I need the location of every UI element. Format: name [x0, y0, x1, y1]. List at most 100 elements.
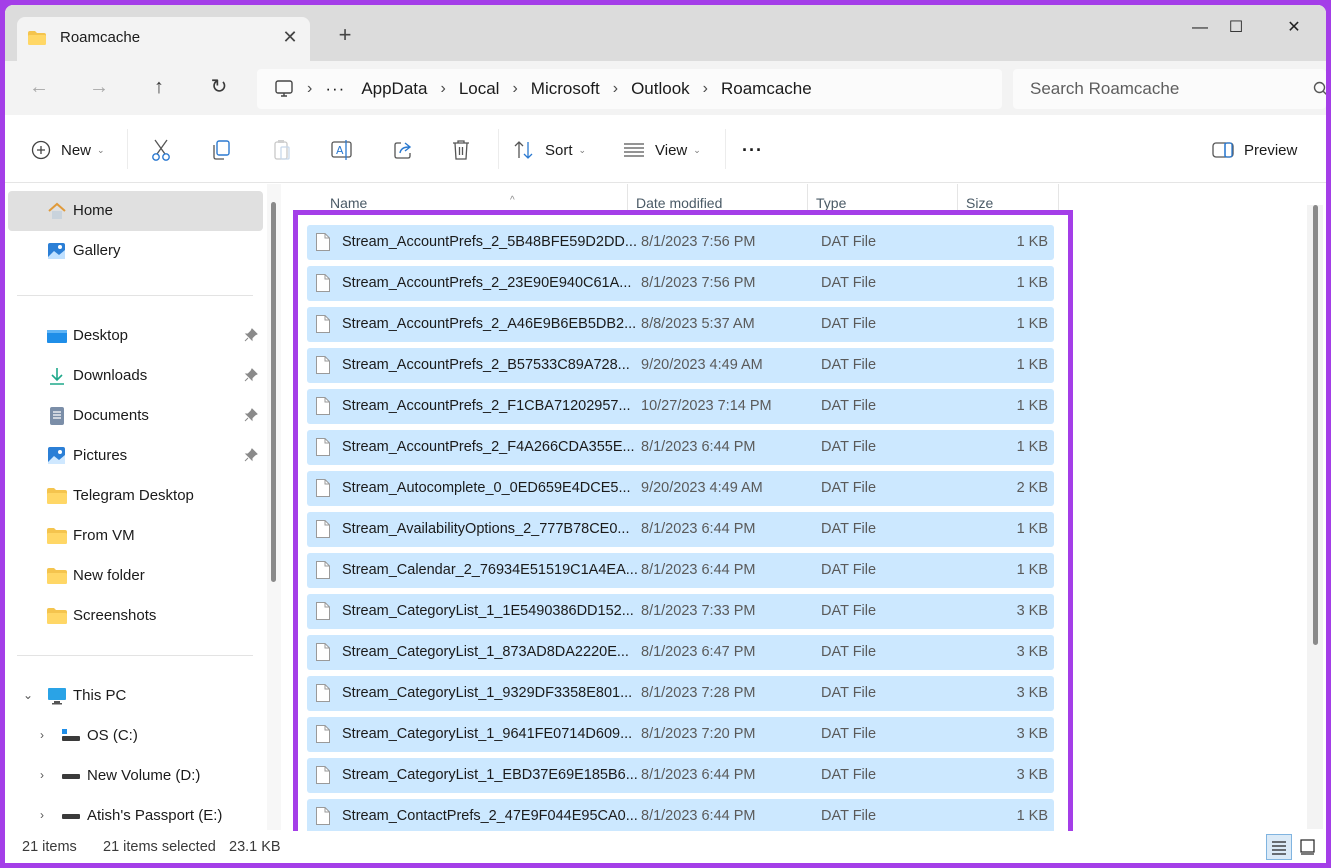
file-row[interactable]: Stream_CategoryList_1_1E5490386DD152... 8…	[307, 594, 1054, 629]
sidebar-item-new-folder[interactable]: New folder	[8, 556, 263, 596]
sidebar-item-label: New folder	[73, 567, 145, 584]
status-bar: 21 items 21 items selected 23.1 KB	[5, 831, 1326, 863]
new-tab-button[interactable]: +	[334, 24, 356, 46]
sort-label: Sort	[545, 141, 573, 159]
refresh-button[interactable]: ↻	[205, 73, 233, 101]
paste-button[interactable]	[271, 137, 293, 163]
folder-icon	[47, 488, 67, 504]
scrollbar-thumb[interactable]	[1313, 205, 1318, 645]
sidebar-item-from-vm[interactable]: From VM	[8, 516, 263, 556]
title-bar: Roamcache ✕ + — ☐ ✕	[5, 5, 1326, 61]
cut-icon	[152, 139, 170, 161]
file-name: Stream_AccountPrefs_2_5B48BFE59D2DD...	[342, 234, 637, 250]
column-divider[interactable]	[322, 184, 628, 214]
sidebar-scrollbar[interactable]	[267, 184, 281, 830]
breadcrumb-overflow-button[interactable]: ···	[325, 79, 345, 99]
sidebar-item-pictures[interactable]: Pictures	[8, 436, 263, 476]
sidebar-item-drive-c[interactable]: › OS (C:)	[8, 716, 263, 756]
column-header-date[interactable]: Date modified	[628, 184, 808, 214]
address-bar[interactable]: › ··· AppData › Local › Microsoft › Outl…	[257, 69, 1002, 109]
view-button[interactable]: View ⌄	[623, 137, 701, 163]
close-window-button[interactable]: ✕	[1271, 15, 1317, 41]
file-row[interactable]: Stream_Autocomplete_0_0ED659E4DCE5... 9/2…	[307, 471, 1054, 506]
maximize-button[interactable]: ☐	[1213, 15, 1259, 41]
rename-button[interactable]: A	[330, 137, 354, 163]
tab-close-icon[interactable]: ✕	[279, 26, 301, 48]
pin-icon[interactable]	[244, 408, 258, 422]
share-icon	[394, 142, 412, 159]
sort-button[interactable]: Sort ⌄	[513, 137, 586, 163]
column-header-size[interactable]: Size	[958, 184, 1059, 214]
file-row[interactable]: Stream_CategoryList_1_EBD37E69E185B6... 8…	[307, 758, 1054, 793]
file-row[interactable]: Stream_Calendar_2_76934E51519C1A4EA... 8/…	[307, 553, 1054, 588]
cut-button[interactable]	[150, 137, 172, 163]
sidebar-item-home[interactable]: Home	[8, 191, 263, 231]
chevron-right-icon[interactable]: ›	[36, 769, 48, 781]
breadcrumb-local[interactable]: Local	[459, 79, 500, 99]
file-name: Stream_CategoryList_1_9641FE0714D609...	[342, 726, 633, 742]
chevron-down-icon[interactable]: ⌄	[22, 689, 34, 701]
sidebar-item-screenshots[interactable]: Screenshots	[8, 596, 263, 636]
chevron-right-icon[interactable]: ›	[36, 809, 48, 821]
file-row[interactable]: Stream_AccountPrefs_2_F4A266CDA355E... 8/…	[307, 430, 1054, 465]
sidebar-item-downloads[interactable]: Downloads	[8, 356, 263, 396]
breadcrumb-separator[interactable]: ›	[703, 80, 708, 98]
file-row[interactable]: Stream_AccountPrefs_2_5B48BFE59D2DD... 8/…	[307, 225, 1054, 260]
sidebar-item-documents[interactable]: Documents	[8, 396, 263, 436]
scrollbar-thumb[interactable]	[271, 202, 276, 582]
file-row[interactable]: Stream_ContactPrefs_2_47E9F044E95CA0... 8…	[307, 799, 1054, 834]
sidebar-item-this-pc[interactable]: ⌄ This PC	[8, 676, 263, 716]
delete-button[interactable]	[451, 137, 471, 163]
file-row[interactable]: Stream_AccountPrefs_2_23E90E940C61A... 8/…	[307, 266, 1054, 301]
file-date-modified: 8/1/2023 6:44 PM	[641, 521, 756, 537]
details-view-button[interactable]	[1266, 834, 1292, 860]
breadcrumb-roamcache[interactable]: Roamcache	[721, 79, 812, 99]
file-name: Stream_ContactPrefs_2_47E9F044E95CA0...	[342, 808, 638, 824]
search-icon[interactable]	[1313, 81, 1326, 97]
file-row[interactable]: Stream_CategoryList_1_9641FE0714D609... 8…	[307, 717, 1054, 752]
sidebar-item-drive-d[interactable]: › New Volume (D:)	[8, 756, 263, 796]
navigation-pane: Home Gallery Desktop Downloads Documents…	[5, 184, 267, 830]
preview-pane-button[interactable]: Preview	[1212, 137, 1297, 163]
forward-button[interactable]: →	[85, 73, 113, 101]
breadcrumb-separator[interactable]: ›	[440, 80, 445, 98]
tiles-view-button[interactable]	[1295, 834, 1321, 860]
pin-icon[interactable]	[244, 448, 258, 462]
breadcrumb-outlook[interactable]: Outlook	[631, 79, 690, 99]
sidebar-item-label: Screenshots	[73, 607, 157, 624]
pin-icon[interactable]	[244, 368, 258, 382]
breadcrumb-separator[interactable]: ›	[613, 80, 618, 98]
sidebar-item-telegram-desktop[interactable]: Telegram Desktop	[8, 476, 263, 516]
sidebar-item-label: Home	[73, 202, 114, 219]
sidebar-item-drive-e[interactable]: › Atish's Passport (E:)	[8, 796, 263, 836]
file-list-scrollbar[interactable]	[1307, 205, 1323, 829]
back-button[interactable]: ←	[25, 73, 53, 101]
tab-roamcache[interactable]: Roamcache ✕	[17, 17, 310, 61]
more-options-button[interactable]: ···	[742, 137, 763, 163]
file-row[interactable]: Stream_AvailabilityOptions_2_777B78CE0..…	[307, 512, 1054, 547]
breadcrumb-separator[interactable]: ›	[512, 80, 517, 98]
file-row[interactable]: Stream_AccountPrefs_2_F1CBA71202957... 10…	[307, 389, 1054, 424]
file-size: 1 KB	[1016, 439, 1048, 455]
gallery-icon	[48, 243, 65, 259]
desktop-folder-icon	[47, 330, 67, 343]
file-row[interactable]: Stream_AccountPrefs_2_B57533C89A728... 9/…	[307, 348, 1054, 383]
file-date-modified: 8/1/2023 7:33 PM	[641, 603, 756, 619]
chevron-right-icon[interactable]: ›	[36, 729, 48, 741]
share-button[interactable]	[392, 137, 414, 163]
search-input[interactable]	[1030, 78, 1300, 100]
breadcrumb-appdata[interactable]: AppData	[361, 79, 427, 99]
folder-icon	[47, 528, 67, 544]
sidebar-item-gallery[interactable]: Gallery	[8, 231, 263, 271]
file-row[interactable]: Stream_CategoryList_1_9329DF3358E801... 8…	[307, 676, 1054, 711]
file-list: ^ Name Date modified Type Size Stream_Ac…	[283, 184, 1326, 844]
new-button[interactable]: New ⌄	[31, 137, 105, 163]
file-row[interactable]: Stream_AccountPrefs_2_A46E9B6EB5DB2... 8/…	[307, 307, 1054, 342]
column-header-type[interactable]: Type	[808, 184, 958, 214]
copy-button[interactable]	[210, 137, 232, 163]
file-row[interactable]: Stream_CategoryList_1_873AD8DA2220E... 8/…	[307, 635, 1054, 670]
up-button[interactable]: ↑	[145, 73, 173, 101]
breadcrumb-microsoft[interactable]: Microsoft	[531, 79, 600, 99]
pin-icon[interactable]	[244, 328, 258, 342]
sidebar-item-desktop[interactable]: Desktop	[8, 316, 263, 356]
